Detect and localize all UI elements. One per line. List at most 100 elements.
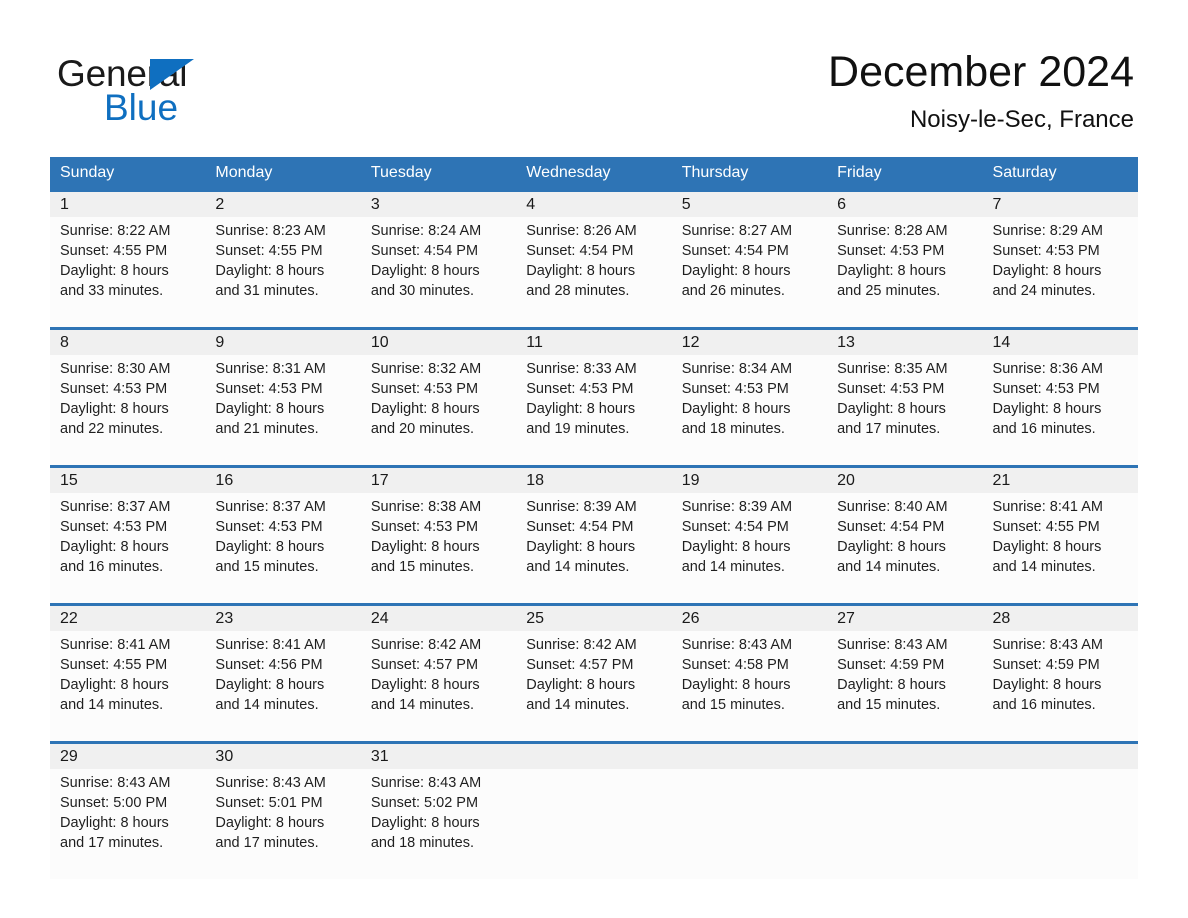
daylight-text-line1: Daylight: 8 hours (370, 263, 480, 279)
day-cell[interactable]: Sunrise: 8:43 AM Sunset: 4:59 PM Dayligh… (827, 631, 982, 741)
day-number[interactable]: 27 (827, 606, 982, 631)
day-cell[interactable]: Sunrise: 8:24 AM Sunset: 4:54 PM Dayligh… (361, 217, 516, 327)
day-number[interactable]: 15 (50, 468, 205, 493)
day-cell[interactable]: Sunrise: 8:33 AM Sunset: 4:53 PM Dayligh… (516, 355, 671, 465)
day-cell[interactable]: Sunrise: 8:43 AM Sunset: 4:59 PM Dayligh… (983, 631, 1138, 741)
day-cell[interactable]: Sunrise: 8:42 AM Sunset: 4:57 PM Dayligh… (516, 631, 671, 741)
week-detail-row: Sunrise: 8:30 AM Sunset: 4:53 PM Dayligh… (50, 355, 1138, 465)
sunset-text: Sunset: 4:54 PM (837, 519, 945, 535)
day-number[interactable]: 16 (205, 468, 360, 493)
day-cell[interactable]: Sunrise: 8:43 AM Sunset: 5:02 PM Dayligh… (361, 769, 516, 879)
day-cell[interactable]: Sunrise: 8:41 AM Sunset: 4:55 PM Dayligh… (50, 631, 205, 741)
daylight-text-line2: and 26 minutes. (681, 283, 785, 299)
day-number[interactable]: 17 (361, 468, 516, 493)
day-cell[interactable]: Sunrise: 8:31 AM Sunset: 4:53 PM Dayligh… (205, 355, 360, 465)
day-cell[interactable]: Sunrise: 8:28 AM Sunset: 4:53 PM Dayligh… (827, 217, 982, 327)
day-number[interactable]: 1 (50, 192, 205, 217)
daylight-text-line2: and 22 minutes. (60, 421, 164, 437)
daylight-text-line2: and 14 minutes. (992, 559, 1096, 575)
calendar-week-row: 22 23 24 25 26 27 28 Sunrise: 8:41 AM Su… (50, 603, 1138, 741)
sunrise-text: Sunrise: 8:43 AM (215, 775, 326, 791)
day-number[interactable]: 4 (516, 192, 671, 217)
day-cell[interactable]: Sunrise: 8:36 AM Sunset: 4:53 PM Dayligh… (983, 355, 1138, 465)
day-cell[interactable]: Sunrise: 8:43 AM Sunset: 4:58 PM Dayligh… (672, 631, 827, 741)
day-cell[interactable]: Sunrise: 8:43 AM Sunset: 5:01 PM Dayligh… (205, 769, 360, 879)
day-number[interactable]: 2 (205, 192, 360, 217)
day-cell[interactable]: Sunrise: 8:41 AM Sunset: 4:56 PM Dayligh… (205, 631, 360, 741)
day-cell[interactable]: Sunrise: 8:30 AM Sunset: 4:53 PM Dayligh… (50, 355, 205, 465)
day-number[interactable]: 11 (516, 330, 671, 355)
day-number[interactable]: 13 (827, 330, 982, 355)
day-number[interactable]: 24 (361, 606, 516, 631)
day-cell[interactable]: Sunrise: 8:22 AM Sunset: 4:55 PM Dayligh… (50, 217, 205, 327)
day-cell[interactable]: Sunrise: 8:35 AM Sunset: 4:53 PM Dayligh… (827, 355, 982, 465)
day-cell[interactable]: Sunrise: 8:32 AM Sunset: 4:53 PM Dayligh… (361, 355, 516, 465)
day-number[interactable]: 8 (50, 330, 205, 355)
day-number[interactable]: 26 (672, 606, 827, 631)
day-number[interactable]: 21 (983, 468, 1138, 493)
sunset-text: Sunset: 4:53 PM (992, 243, 1100, 259)
day-cell[interactable]: Sunrise: 8:37 AM Sunset: 4:53 PM Dayligh… (205, 493, 360, 603)
day-number-empty (516, 744, 671, 769)
day-cell[interactable]: Sunrise: 8:42 AM Sunset: 4:57 PM Dayligh… (361, 631, 516, 741)
day-number[interactable]: 18 (516, 468, 671, 493)
sunrise-text: Sunrise: 8:41 AM (992, 499, 1103, 515)
day-number[interactable]: 25 (516, 606, 671, 631)
day-number[interactable]: 6 (827, 192, 982, 217)
sunset-text: Sunset: 4:53 PM (837, 381, 945, 397)
sunrise-text: Sunrise: 8:26 AM (526, 223, 637, 239)
day-cell[interactable]: Sunrise: 8:39 AM Sunset: 4:54 PM Dayligh… (672, 493, 827, 603)
day-number[interactable]: 3 (361, 192, 516, 217)
day-cell[interactable]: Sunrise: 8:27 AM Sunset: 4:54 PM Dayligh… (672, 217, 827, 327)
daylight-text-line2: and 15 minutes. (215, 559, 319, 575)
sunset-text: Sunset: 4:55 PM (992, 519, 1100, 535)
day-number[interactable]: 31 (361, 744, 516, 769)
sunset-text: Sunset: 5:02 PM (370, 795, 479, 811)
day-number[interactable]: 5 (672, 192, 827, 217)
sunrise-text: Sunrise: 8:37 AM (215, 499, 326, 515)
week-detail-row: Sunrise: 8:43 AM Sunset: 5:00 PM Dayligh… (50, 769, 1138, 879)
day-cell[interactable]: Sunrise: 8:38 AM Sunset: 4:53 PM Dayligh… (361, 493, 516, 603)
day-number[interactable]: 12 (672, 330, 827, 355)
day-cell[interactable]: Sunrise: 8:43 AM Sunset: 5:00 PM Dayligh… (50, 769, 205, 879)
daylight-text-line2: and 15 minutes. (837, 697, 941, 713)
week-detail-row: Sunrise: 8:22 AM Sunset: 4:55 PM Dayligh… (50, 217, 1138, 327)
daylight-text-line2: and 31 minutes. (215, 283, 319, 299)
day-number[interactable]: 9 (205, 330, 360, 355)
daylight-text-line2: and 14 minutes. (215, 697, 319, 713)
day-number[interactable]: 19 (672, 468, 827, 493)
daylight-text-line1: Daylight: 8 hours (215, 401, 325, 417)
day-number[interactable]: 23 (205, 606, 360, 631)
sunset-text: Sunset: 4:55 PM (60, 657, 168, 673)
day-cell[interactable]: Sunrise: 8:26 AM Sunset: 4:54 PM Dayligh… (516, 217, 671, 327)
daylight-text-line2: and 28 minutes. (526, 283, 630, 299)
day-number[interactable]: 22 (50, 606, 205, 631)
sunrise-text: Sunrise: 8:39 AM (681, 499, 793, 515)
day-cell[interactable]: Sunrise: 8:34 AM Sunset: 4:53 PM Dayligh… (672, 355, 827, 465)
day-cell[interactable]: Sunrise: 8:39 AM Sunset: 4:54 PM Dayligh… (516, 493, 671, 603)
day-number[interactable]: 20 (827, 468, 982, 493)
general-blue-logo[interactable]: General Blue (57, 52, 387, 132)
day-number[interactable]: 10 (361, 330, 516, 355)
day-cell[interactable]: Sunrise: 8:41 AM Sunset: 4:55 PM Dayligh… (983, 493, 1138, 603)
daylight-text-line1: Daylight: 8 hours (60, 815, 169, 831)
sunset-text: Sunset: 4:53 PM (526, 381, 634, 397)
day-number[interactable]: 29 (50, 744, 205, 769)
day-cell[interactable]: Sunrise: 8:23 AM Sunset: 4:55 PM Dayligh… (205, 217, 360, 327)
day-cell[interactable]: Sunrise: 8:40 AM Sunset: 4:54 PM Dayligh… (827, 493, 982, 603)
day-number[interactable]: 28 (983, 606, 1138, 631)
daylight-text-line1: Daylight: 8 hours (992, 539, 1102, 555)
daylight-text-line1: Daylight: 8 hours (60, 677, 169, 693)
sunrise-text: Sunrise: 8:35 AM (837, 361, 948, 377)
day-number[interactable]: 30 (205, 744, 360, 769)
daylight-text-line1: Daylight: 8 hours (992, 677, 1102, 693)
sunrise-text: Sunrise: 8:24 AM (370, 223, 482, 239)
day-number[interactable]: 14 (983, 330, 1138, 355)
day-cell[interactable]: Sunrise: 8:29 AM Sunset: 4:53 PM Dayligh… (983, 217, 1138, 327)
day-number-empty (827, 744, 982, 769)
page-subtitle-location: Noisy-le-Sec, France (909, 106, 1134, 133)
day-number[interactable]: 7 (983, 192, 1138, 217)
daylight-text-line2: and 15 minutes. (681, 697, 785, 713)
weekday-header-monday: Monday (215, 164, 273, 181)
day-cell[interactable]: Sunrise: 8:37 AM Sunset: 4:53 PM Dayligh… (50, 493, 205, 603)
